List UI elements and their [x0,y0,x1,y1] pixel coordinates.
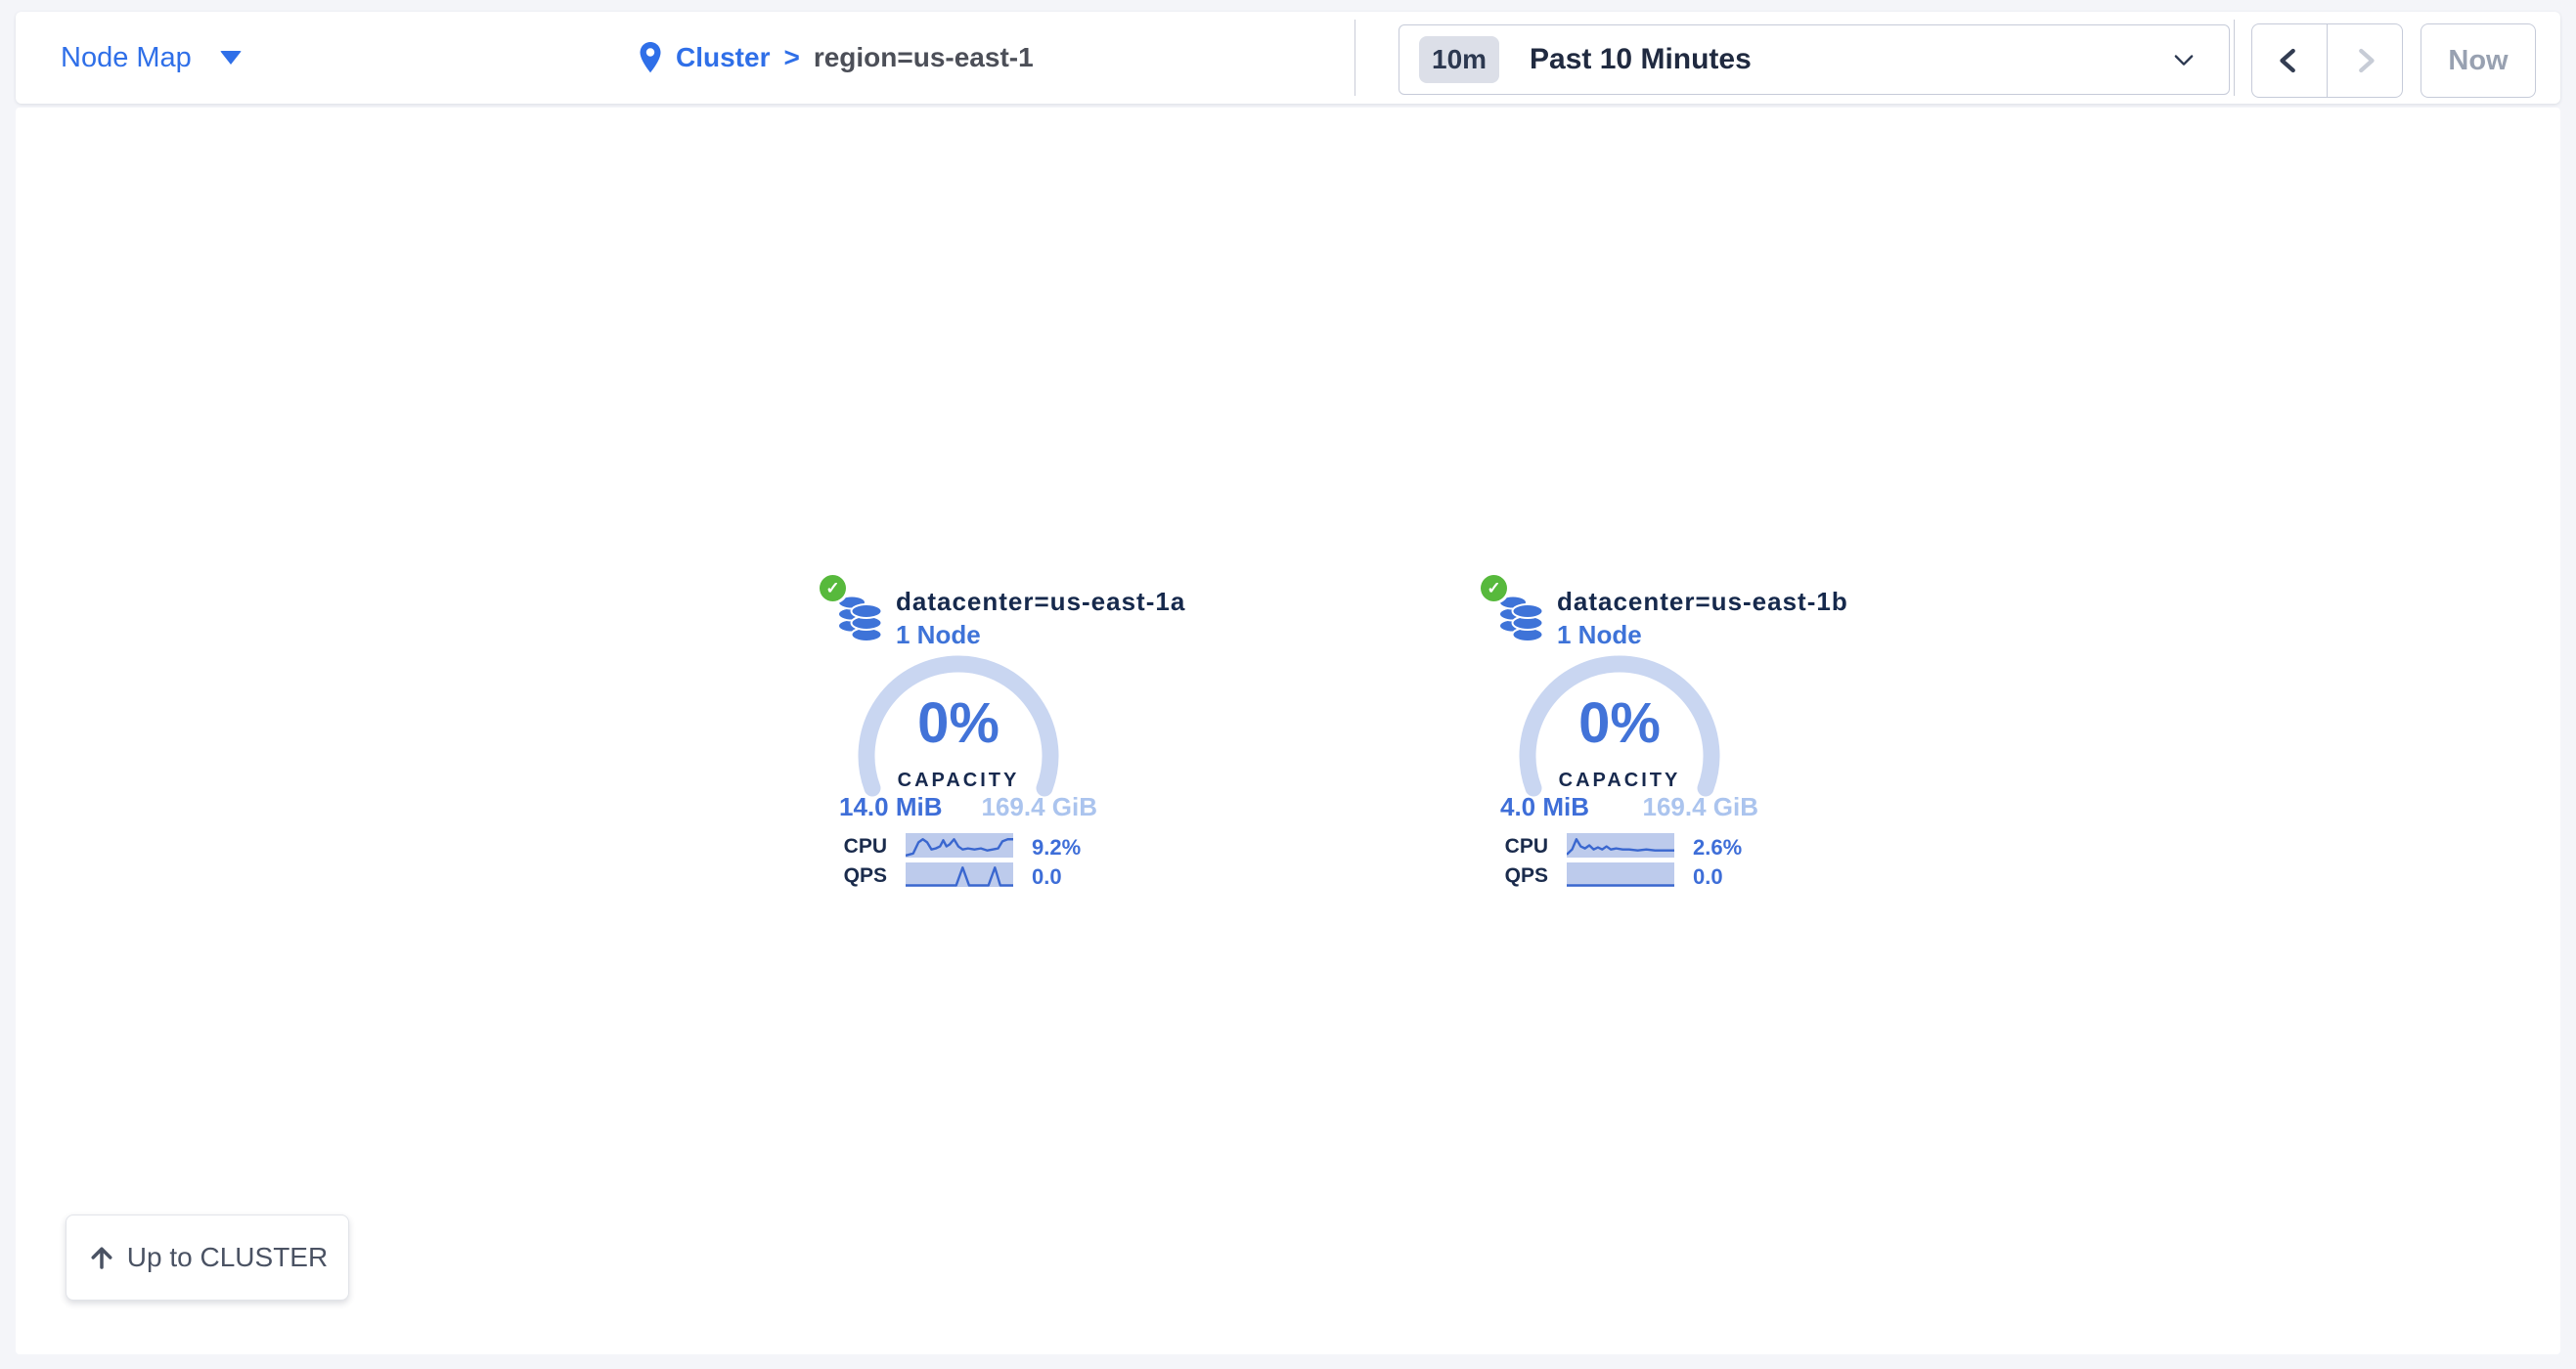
node-map-canvas: ✓ datacenter=us-east-1a 1 Node 0% CAPACI… [16,108,2560,1354]
datacenter-card-us-east-1b[interactable]: ✓ datacenter=us-east-1b 1 Node 0% CAPACI… [1479,567,1801,905]
healthy-check-icon: ✓ [820,575,846,601]
qps-value: 0.0 [1693,864,1723,890]
time-next-button[interactable] [2327,23,2403,98]
capacity-usable: 169.4 GiB [1642,792,1758,822]
cpu-label: CPU [818,835,887,859]
header-divider [2234,20,2235,96]
datacenter-title: datacenter=us-east-1b [1557,587,1848,617]
qps-label: QPS [818,864,887,888]
capacity-label: CAPACITY [1516,770,1723,792]
cpu-value: 9.2% [1032,835,1081,861]
datacenter-node-count: 1 Node [1557,620,1642,650]
capacity-percent: 0% [855,690,1062,756]
cpu-value: 2.6% [1693,835,1742,861]
time-range-dropdown[interactable]: 10m Past 10 Minutes [1399,24,2230,95]
breadcrumb-separator: > [783,42,799,73]
cpu-sparkline [906,833,1013,858]
healthy-check-icon: ✓ [1481,575,1507,601]
qps-sparkline [1567,862,1674,887]
capacity-values: 4.0 MiB 169.4 GiB [1500,792,1758,822]
breadcrumb: Cluster > region=us-east-1 [639,12,1034,104]
qps-label: QPS [1479,864,1548,888]
time-nav-arrows [2251,23,2403,98]
now-button[interactable]: Now [2421,23,2536,98]
header-bar: Node Map Cluster > region=us-east-1 10m … [16,12,2560,104]
time-prev-button[interactable] [2251,23,2328,98]
view-selector-label: Node Map [61,42,192,74]
chevron-right-icon [2350,46,2379,75]
capacity-usable: 169.4 GiB [981,792,1097,822]
arrow-up-icon [87,1243,116,1272]
database-stack-icon [836,589,883,643]
cpu-sparkline [1567,833,1674,858]
database-stack-icon [1497,589,1544,643]
datacenter-card-us-east-1a[interactable]: ✓ datacenter=us-east-1a 1 Node 0% CAPACI… [818,567,1140,905]
capacity-label: CAPACITY [855,770,1062,792]
breadcrumb-current: region=us-east-1 [814,42,1034,73]
cpu-label: CPU [1479,835,1548,859]
capacity-values: 14.0 MiB 169.4 GiB [839,792,1097,822]
map-pin-icon [639,41,662,74]
up-to-cluster-label: Up to CLUSTER [127,1242,328,1273]
up-to-cluster-button[interactable]: Up to CLUSTER [66,1214,349,1301]
time-range-label: Past 10 Minutes [1530,43,1752,76]
chevron-left-icon [2275,46,2304,75]
capacity-percent: 0% [1516,690,1723,756]
view-selector-dropdown[interactable]: Node Map [61,12,242,104]
datacenter-node-count: 1 Node [896,620,981,650]
capacity-used: 4.0 MiB [1500,792,1589,822]
qps-sparkline [906,862,1013,887]
time-range-badge: 10m [1419,36,1499,83]
caret-down-icon [220,51,242,65]
qps-value: 0.0 [1032,864,1062,890]
datacenter-title: datacenter=us-east-1a [896,587,1185,617]
capacity-used: 14.0 MiB [839,792,943,822]
chevron-down-icon [2170,46,2198,73]
breadcrumb-cluster-link[interactable]: Cluster [676,42,770,73]
